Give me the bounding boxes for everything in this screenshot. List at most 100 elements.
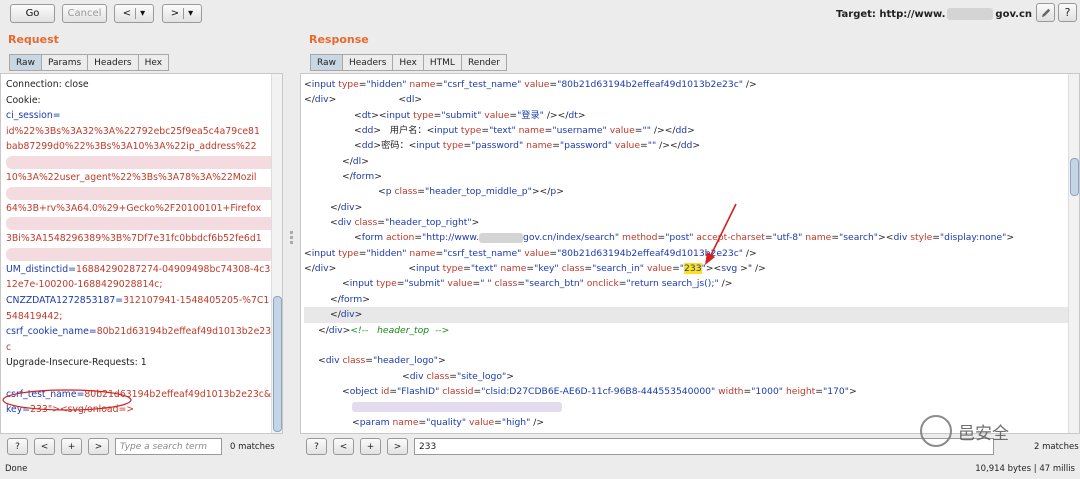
scroll-thumb[interactable] <box>273 296 282 432</box>
grip-dot <box>290 241 293 244</box>
forward-button[interactable]: > ▾ <box>162 4 202 23</box>
tab-params[interactable]: Params <box>40 54 89 71</box>
cancel-button[interactable]: Cancel <box>62 4 107 23</box>
match-count: 2 matches <box>1034 441 1079 452</box>
grip-dot <box>290 236 293 239</box>
request-line: id%22%3Bs%3A32%3A%22792ebc25f9ea5c4a79ce… <box>6 124 277 140</box>
target-prefix: Target: http://www. <box>835 8 946 20</box>
search-prev-button[interactable]: < <box>34 438 55 455</box>
request-search-bar: ? < + > Type a search term 0 matches <box>7 438 275 455</box>
code-line: <div class="header_top_right"> <box>330 217 480 229</box>
request-line: ci_session= <box>6 108 277 124</box>
back-label: < <box>122 8 132 19</box>
code-line <box>304 399 1076 414</box>
code-line: <input type="hidden" name="csrf_test_nam… <box>304 79 757 90</box>
search-add-button[interactable]: + <box>360 438 381 455</box>
tab-raw[interactable]: Raw <box>9 54 42 71</box>
request-line: Upgrade-Insecure-Requests: 1 <box>6 355 277 371</box>
request-line: csrf_cookie_name=80b21d63194b2effeaf49d1… <box>6 324 277 340</box>
response-stats: 10,914 bytes | 47 millis <box>975 464 1075 474</box>
go-button[interactable]: Go <box>10 4 55 23</box>
request-line: 3Bi%3A1548296389%3B%7Df7e31fc0bbdcf6b52f… <box>6 231 277 247</box>
code-line: </dl> <box>342 155 369 167</box>
tab-hex[interactable]: Hex <box>392 54 424 71</box>
line-key: UM_distinctid= <box>6 263 76 275</box>
response-tabs: Raw Headers Hex HTML Render <box>310 54 507 71</box>
help-button[interactable]: ? <box>1058 3 1077 22</box>
search-help-button[interactable]: ? <box>306 438 327 455</box>
tab-raw[interactable]: Raw <box>310 54 343 71</box>
line-value: id%22%3Bs%3A32%3A%22792ebc25f9ea5c4a79ce… <box>6 125 260 137</box>
code-line: <div class="header_logo"> <box>318 355 446 367</box>
line-key: Connection: close <box>6 79 89 90</box>
code-line: </div><!-- header_top --> <box>318 324 450 336</box>
response-title: Response <box>309 33 369 46</box>
line-key: Upgrade-Insecure-Requests: 1 <box>6 357 147 369</box>
request-line: UM_distinctid=16884290287274-04909498bc7… <box>6 262 277 278</box>
redacted-line <box>6 217 277 231</box>
line-value: bab87299d0%22%3Bs%3A10%3A%22ip_address%2… <box>6 141 257 153</box>
response-scrollbar[interactable] <box>1068 74 1079 433</box>
code-line: <dd>密码：<input type="password" name="pass… <box>354 140 701 152</box>
request-line: c <box>6 340 277 356</box>
line-value: 12e7e-100200-1688429028814c; <box>6 279 163 291</box>
search-next-button[interactable]: > <box>88 438 109 455</box>
target-host: Target: http://www. gov.cn <box>836 8 1032 20</box>
line-value: 64%3B+rv%3A64.0%29+Gecko%2F20100101+Fire… <box>6 202 262 214</box>
line-key: CNZZDATA1272853187= <box>6 294 124 306</box>
tab-hex[interactable]: Hex <box>137 54 170 71</box>
pencil-icon <box>1041 8 1050 17</box>
request-line: CNZZDATA1272853187=312107941-1548405205-… <box>6 293 277 309</box>
code-line: <p class="header_top_middle_p"></p> <box>378 186 564 198</box>
request-scrollbar[interactable] <box>271 74 282 433</box>
code-line: <object id="FlashID" classid="clsid:D27C… <box>342 385 857 397</box>
request-editor[interactable]: Connection: close Cookie: ci_session= id%22… <box>0 73 283 434</box>
code-line: <div class="site_logo"> <box>402 370 514 382</box>
search-next-button[interactable]: > <box>387 438 408 455</box>
search-input[interactable]: 233 <box>414 438 994 455</box>
chevron-down-icon[interactable]: ▾ <box>140 8 145 19</box>
code-line: </div> <dl> <box>304 94 423 106</box>
request-line: 12e7e-100200-1688429028814c; <box>6 277 277 293</box>
search-help-button[interactable]: ? <box>7 438 28 455</box>
line-key: Cookie: <box>6 94 41 106</box>
redacted-host <box>947 8 994 20</box>
line-value: 3Bi%3A1548296389%3B%7Df7e31fc0bbdcf6b52f… <box>6 233 262 245</box>
code-line: </div> <box>330 201 363 213</box>
line-value: 80b21d63194b2effeaf49d1013b2e23 <box>96 326 272 338</box>
code-line: <dt><input type="submit" value="登录" /></… <box>354 109 586 121</box>
line-value: 312107941-1548405205-%7C1 <box>123 294 270 306</box>
redacted-line <box>6 186 277 200</box>
request-line: bab87299d0%22%3Bs%3A10%3A%22ip_address%2… <box>6 139 277 155</box>
line-key: csrf_cookie_name= <box>6 326 97 338</box>
request-line <box>6 371 277 387</box>
pane-splitter[interactable] <box>287 26 296 456</box>
search-input[interactable]: Type a search term <box>115 438 222 455</box>
request-line: 64%3B+rv%3A64.0%29+Gecko%2F20100101+Fire… <box>6 201 277 217</box>
code-line: <input type="submit" value=" " class="se… <box>342 278 733 290</box>
redacted-line <box>6 155 277 169</box>
scroll-thumb[interactable] <box>1070 158 1079 196</box>
tab-headers[interactable]: Headers <box>87 54 139 71</box>
redacted-line <box>352 401 562 412</box>
divider <box>183 8 185 19</box>
search-prev-button[interactable]: < <box>333 438 354 455</box>
tab-headers[interactable]: Headers <box>341 54 394 71</box>
request-line: 548419442; <box>6 309 277 325</box>
watermark-text: 邑安全 <box>958 423 1009 444</box>
redacted-host <box>479 232 524 243</box>
match-count: 0 matches <box>230 441 275 452</box>
target-suffix: gov.cn <box>995 8 1032 20</box>
response-body: <input type="hidden" name="csrf_test_nam… <box>301 74 1079 433</box>
search-add-button[interactable]: + <box>61 438 82 455</box>
response-editor[interactable]: <input type="hidden" name="csrf_test_nam… <box>300 73 1080 434</box>
chevron-down-icon[interactable]: ▾ <box>188 8 193 19</box>
line-value: 10%3A%22user_agent%22%3Bs%3A78%3A%22Mozi… <box>6 171 257 183</box>
tab-render[interactable]: Render <box>460 54 507 71</box>
tab-html[interactable]: HTML <box>422 54 462 71</box>
edit-target-button[interactable] <box>1036 3 1055 22</box>
code-line: <input type="hidden" name="csrf_test_nam… <box>304 247 757 259</box>
code-line: </form> <box>330 293 370 305</box>
back-button[interactable]: < ▾ <box>114 4 154 23</box>
